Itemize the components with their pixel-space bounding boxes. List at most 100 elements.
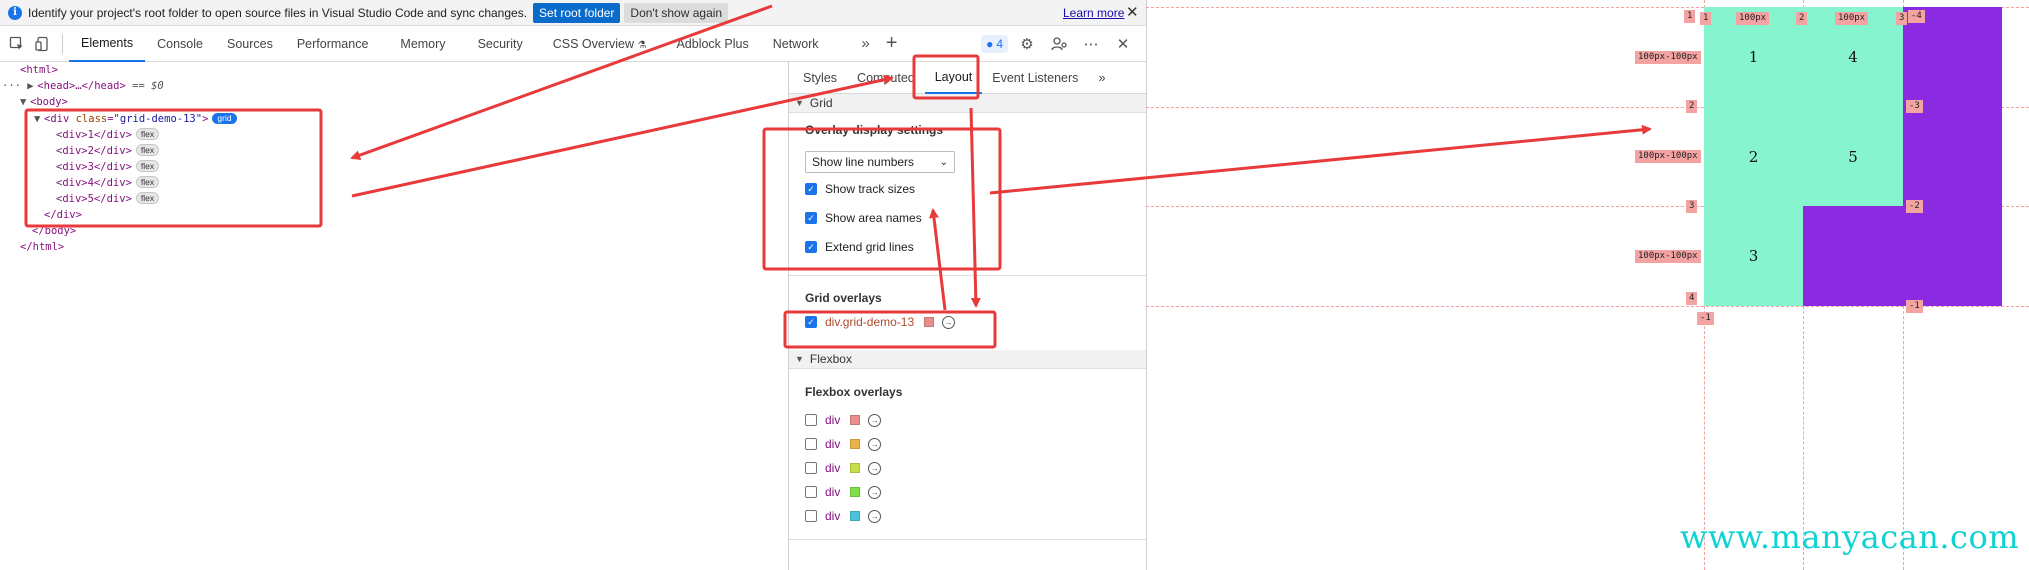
grid-overlays: Grid overlays ✓ div.grid-demo-13 →: [789, 276, 1146, 350]
tab-layout[interactable]: Layout: [924, 62, 983, 94]
dom-body-open[interactable]: ▼ <body>: [20, 94, 68, 110]
tab-performance[interactable]: Performance: [285, 26, 381, 62]
flex-badge[interactable]: flex: [135, 176, 160, 188]
issues-badge[interactable]: ● 4: [981, 35, 1008, 53]
flex-badge[interactable]: flex: [135, 160, 160, 172]
dom-child-div[interactable]: <div>1</div> flex: [56, 127, 160, 143]
tab-sources[interactable]: Sources: [215, 26, 285, 62]
dom-html-open[interactable]: <html>: [20, 62, 58, 78]
dom-div-close[interactable]: </div>: [44, 207, 82, 223]
show-area-names-option[interactable]: ✓ Show area names: [805, 208, 1146, 228]
dom-head[interactable]: ··· ▶ <head>…</head> == $0: [2, 78, 164, 94]
grid-section-title: Grid: [809, 96, 833, 110]
reveal-in-elements-icon[interactable]: →: [868, 413, 882, 427]
extend-grid-lines-option[interactable]: ✓ Extend grid lines: [805, 237, 1146, 257]
set-root-folder-button[interactable]: Set root folder: [533, 2, 621, 23]
color-swatch[interactable]: [850, 487, 861, 497]
collapse-arrow-icon: ▼: [795, 98, 804, 108]
grid-line-number: 2: [1686, 100, 1698, 113]
reveal-in-elements-icon[interactable]: →: [868, 485, 882, 499]
issues-count: 4: [996, 37, 1003, 51]
close-devtools-icon[interactable]: ✕: [1110, 31, 1136, 57]
device-toolbar-icon[interactable]: [30, 31, 56, 57]
tab-computed[interactable]: Computed: [847, 62, 925, 94]
flexbox-section-header[interactable]: ▼ Flexbox: [789, 350, 1146, 369]
tab-css-overview[interactable]: CSS Overview ⚗: [541, 26, 659, 62]
grid-badge[interactable]: grid: [212, 113, 237, 124]
color-swatch[interactable]: [924, 317, 935, 327]
grid-cell: 2: [1704, 107, 1803, 206]
reveal-in-elements-icon[interactable]: →: [868, 509, 882, 523]
devtools-panel: i Identify your project's root folder to…: [0, 0, 1146, 570]
dom-child-div[interactable]: <div>5</div> flex: [56, 191, 160, 207]
dom-child-div[interactable]: <div>2</div> flex: [56, 143, 160, 159]
grid-line-number: 3: [1896, 12, 1908, 25]
grid-section-header[interactable]: ▼ Grid: [789, 94, 1146, 113]
grid-overlay-label: div.grid-demo-13: [825, 315, 915, 329]
inspect-element-icon[interactable]: [4, 31, 30, 57]
experiment-flask-icon: ⚗: [637, 39, 647, 51]
more-options-icon[interactable]: ⋯: [1078, 31, 1104, 57]
tab-styles[interactable]: Styles: [793, 62, 847, 94]
flexbox-overlays-title: Flexbox overlays: [805, 385, 903, 399]
dom-grid-div[interactable]: ▼ <div class="grid-demo-13"> grid: [34, 111, 237, 127]
flexbox-overlay-item[interactable]: div →: [805, 482, 1146, 502]
extend-grid-lines-label: Extend grid lines: [825, 240, 914, 254]
flex-badge[interactable]: flex: [135, 128, 160, 140]
flex-badge[interactable]: flex: [135, 192, 160, 204]
reveal-in-elements-icon[interactable]: →: [942, 315, 956, 329]
grid-overlay-checkbox[interactable]: ✓: [805, 316, 817, 328]
flexbox-overlay-label: div: [825, 461, 841, 475]
settings-gear-icon[interactable]: ⚙: [1014, 31, 1040, 57]
dont-show-again-button[interactable]: Don't show again: [624, 2, 729, 23]
learn-more-link[interactable]: Learn more: [1063, 6, 1124, 20]
tab-console[interactable]: Console: [145, 26, 215, 62]
flexbox-overlay-checkbox[interactable]: [805, 486, 817, 498]
reveal-in-elements-icon[interactable]: →: [868, 461, 882, 475]
grid-line-number: -1: [1697, 312, 1714, 325]
flexbox-overlay-checkbox[interactable]: [805, 438, 817, 450]
tab-adblock-plus[interactable]: Adblock Plus: [664, 26, 760, 62]
tab-security[interactable]: Security: [466, 26, 535, 62]
reveal-in-elements-icon[interactable]: →: [868, 437, 882, 451]
show-area-names-checkbox[interactable]: ✓: [805, 212, 817, 224]
color-swatch[interactable]: [850, 511, 861, 521]
add-tab-icon[interactable]: +: [879, 31, 905, 57]
flexbox-overlay-checkbox[interactable]: [805, 510, 817, 522]
flexbox-overlay-item[interactable]: div →: [805, 434, 1146, 454]
flexbox-overlay-checkbox[interactable]: [805, 414, 817, 426]
line-numbers-select[interactable]: Show line numbers ⌄: [805, 151, 955, 173]
grid-line-number: 4: [1686, 292, 1698, 305]
grid-overlays-title: Grid overlays: [805, 291, 882, 305]
flexbox-overlay-checkbox[interactable]: [805, 462, 817, 474]
color-swatch[interactable]: [850, 463, 861, 473]
flexbox-overlay-item[interactable]: div →: [805, 458, 1146, 478]
close-icon[interactable]: ✕: [1126, 3, 1139, 21]
flexbox-overlay-item[interactable]: div →: [805, 506, 1146, 526]
show-track-sizes-option[interactable]: ✓ Show track sizes: [805, 179, 1146, 199]
toolbar-right: ● 4 ⚙ ⋯ ✕: [981, 26, 1136, 62]
tab-elements[interactable]: Elements: [69, 26, 146, 62]
extend-grid-lines-checkbox[interactable]: ✓: [805, 241, 817, 253]
flex-badge[interactable]: flex: [135, 144, 160, 156]
more-tabs-icon[interactable]: »: [853, 31, 879, 57]
more-sidebar-tabs-icon[interactable]: »: [1088, 62, 1115, 94]
implicit-grid-area: [1903, 7, 2002, 306]
show-track-sizes-checkbox[interactable]: ✓: [805, 183, 817, 195]
styles-sidebar: Styles Computed Layout Event Listeners »…: [788, 62, 1146, 570]
grid-overlay-item[interactable]: ✓ div.grid-demo-13 →: [805, 312, 1146, 332]
grid-line-number: -2: [1906, 200, 1923, 213]
color-swatch[interactable]: [850, 415, 861, 425]
overlay-settings: Overlay display settings Show line numbe…: [789, 113, 1146, 275]
tab-event-listeners[interactable]: Event Listeners: [982, 62, 1088, 94]
dom-child-div[interactable]: <div>3</div> flex: [56, 159, 160, 175]
flexbox-overlay-item[interactable]: div →: [805, 410, 1146, 430]
tab-network[interactable]: Network: [761, 26, 831, 62]
color-swatch[interactable]: [850, 439, 861, 449]
dom-body-close[interactable]: </body>: [32, 223, 76, 239]
dom-html-close[interactable]: </html>: [20, 239, 64, 255]
dom-child-div[interactable]: <div>4</div> flex: [56, 175, 160, 191]
sidebar-divider: [789, 539, 1146, 540]
tab-memory[interactable]: Memory: [388, 26, 457, 62]
feedback-icon[interactable]: [1046, 31, 1072, 57]
